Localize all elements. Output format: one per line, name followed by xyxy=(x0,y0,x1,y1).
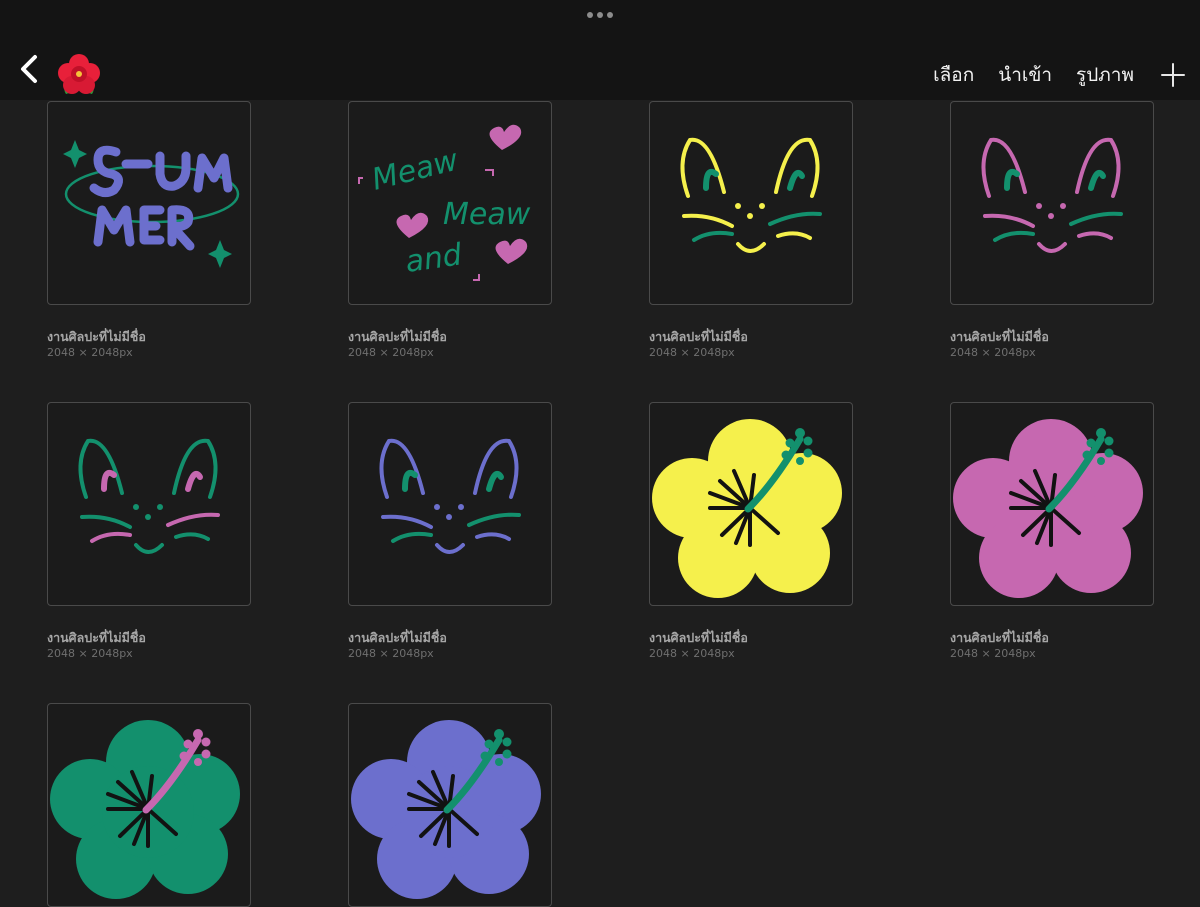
artwork-title: งานศิลปะที่ไม่มีชื่อ xyxy=(649,630,748,645)
more-options-icon[interactable] xyxy=(587,11,613,19)
artwork-size: 2048 × 2048px xyxy=(47,647,133,660)
artwork-card[interactable] xyxy=(348,703,552,907)
artwork-thumbnail[interactable]: Meaw Meaw and xyxy=(348,101,552,305)
artwork-title: งานศิลปะที่ไม่มีชื่อ xyxy=(348,630,447,645)
toolbar-actions: เลือก นำเข้า รูปภาพ xyxy=(909,58,1200,92)
select-button[interactable]: เลือก xyxy=(933,58,974,92)
back-chevron-icon[interactable] xyxy=(16,52,46,86)
and-text: and xyxy=(403,237,465,280)
import-button[interactable]: นำเข้า xyxy=(998,58,1052,92)
artwork-size: 2048 × 2048px xyxy=(649,647,735,660)
top-bar: เลือก นำเข้า รูปภาพ xyxy=(0,0,1200,100)
artwork-title: งานศิลปะที่ไม่มีชื่อ xyxy=(348,329,447,344)
hibiscus-emoji-icon xyxy=(58,54,100,94)
cat-face-pink-art xyxy=(981,137,1123,253)
artwork-size: 2048 × 2048px xyxy=(950,647,1036,660)
hibiscus-yellow-art xyxy=(652,419,842,598)
artwork-thumbnail[interactable] xyxy=(649,402,853,606)
cat-face-yellow-art xyxy=(680,137,822,253)
meaw-text-1: Meaw xyxy=(368,143,462,198)
artwork-card[interactable]: งานศิลปะที่ไม่มีชื่อ 2048 × 2048px xyxy=(649,101,853,360)
plus-icon[interactable] xyxy=(1160,62,1186,88)
artwork-thumbnail[interactable] xyxy=(348,402,552,606)
artwork-thumbnail[interactable] xyxy=(47,101,251,305)
artwork-title: งานศิลปะที่ไม่มีชื่อ xyxy=(47,630,146,645)
artwork-size: 2048 × 2048px xyxy=(47,346,133,359)
summer-lettering-art xyxy=(63,140,240,268)
artwork-title: งานศิลปะที่ไม่มีชื่อ xyxy=(950,329,1049,344)
artwork-card[interactable]: งานศิลปะที่ไม่มีชื่อ 2048 × 2048px xyxy=(348,402,552,661)
artwork-card[interactable]: งานศิลปะที่ไม่มีชื่อ 2048 × 2048px xyxy=(950,402,1154,661)
hibiscus-pink-art xyxy=(953,419,1143,598)
artwork-title: งานศิลปะที่ไม่มีชื่อ xyxy=(47,329,146,344)
meaw-lettering-art: Meaw Meaw and xyxy=(358,124,531,281)
artwork-size: 2048 × 2048px xyxy=(950,346,1036,359)
artwork-gallery: งานศิลปะที่ไม่มีชื่อ 2048 × 2048px Meaw … xyxy=(0,0,1200,907)
artwork-thumbnail[interactable] xyxy=(950,402,1154,606)
artwork-thumbnail[interactable] xyxy=(348,703,552,907)
artwork-title: งานศิลปะที่ไม่มีชื่อ xyxy=(649,329,748,344)
artwork-card[interactable] xyxy=(47,703,251,907)
hibiscus-violet-art xyxy=(351,720,541,899)
artwork-size: 2048 × 2048px xyxy=(348,346,434,359)
artwork-thumbnail[interactable] xyxy=(950,101,1154,305)
artwork-card[interactable]: งานศิลปะที่ไม่มีชื่อ 2048 × 2048px xyxy=(950,101,1154,360)
artwork-card[interactable]: Meaw Meaw and งานศิลปะที่ไม่มีชื่อ 2048 … xyxy=(348,101,552,360)
artwork-thumbnail[interactable] xyxy=(47,703,251,907)
artwork-title: งานศิลปะที่ไม่มีชื่อ xyxy=(950,630,1049,645)
artwork-thumbnail[interactable] xyxy=(47,402,251,606)
hibiscus-green-art xyxy=(50,720,240,899)
artwork-card[interactable]: งานศิลปะที่ไม่มีชื่อ 2048 × 2048px xyxy=(47,402,251,661)
artwork-card[interactable]: งานศิลปะที่ไม่มีชื่อ 2048 × 2048px xyxy=(649,402,853,661)
artwork-size: 2048 × 2048px xyxy=(348,647,434,660)
cat-face-violet-art xyxy=(379,438,521,554)
artwork-card[interactable]: งานศิลปะที่ไม่มีชื่อ 2048 × 2048px xyxy=(47,101,251,360)
artwork-thumbnail[interactable] xyxy=(649,101,853,305)
cat-face-green-art xyxy=(78,438,220,554)
artwork-size: 2048 × 2048px xyxy=(649,346,735,359)
photo-button[interactable]: รูปภาพ xyxy=(1076,58,1134,92)
meaw-text-2: Meaw xyxy=(443,197,531,232)
